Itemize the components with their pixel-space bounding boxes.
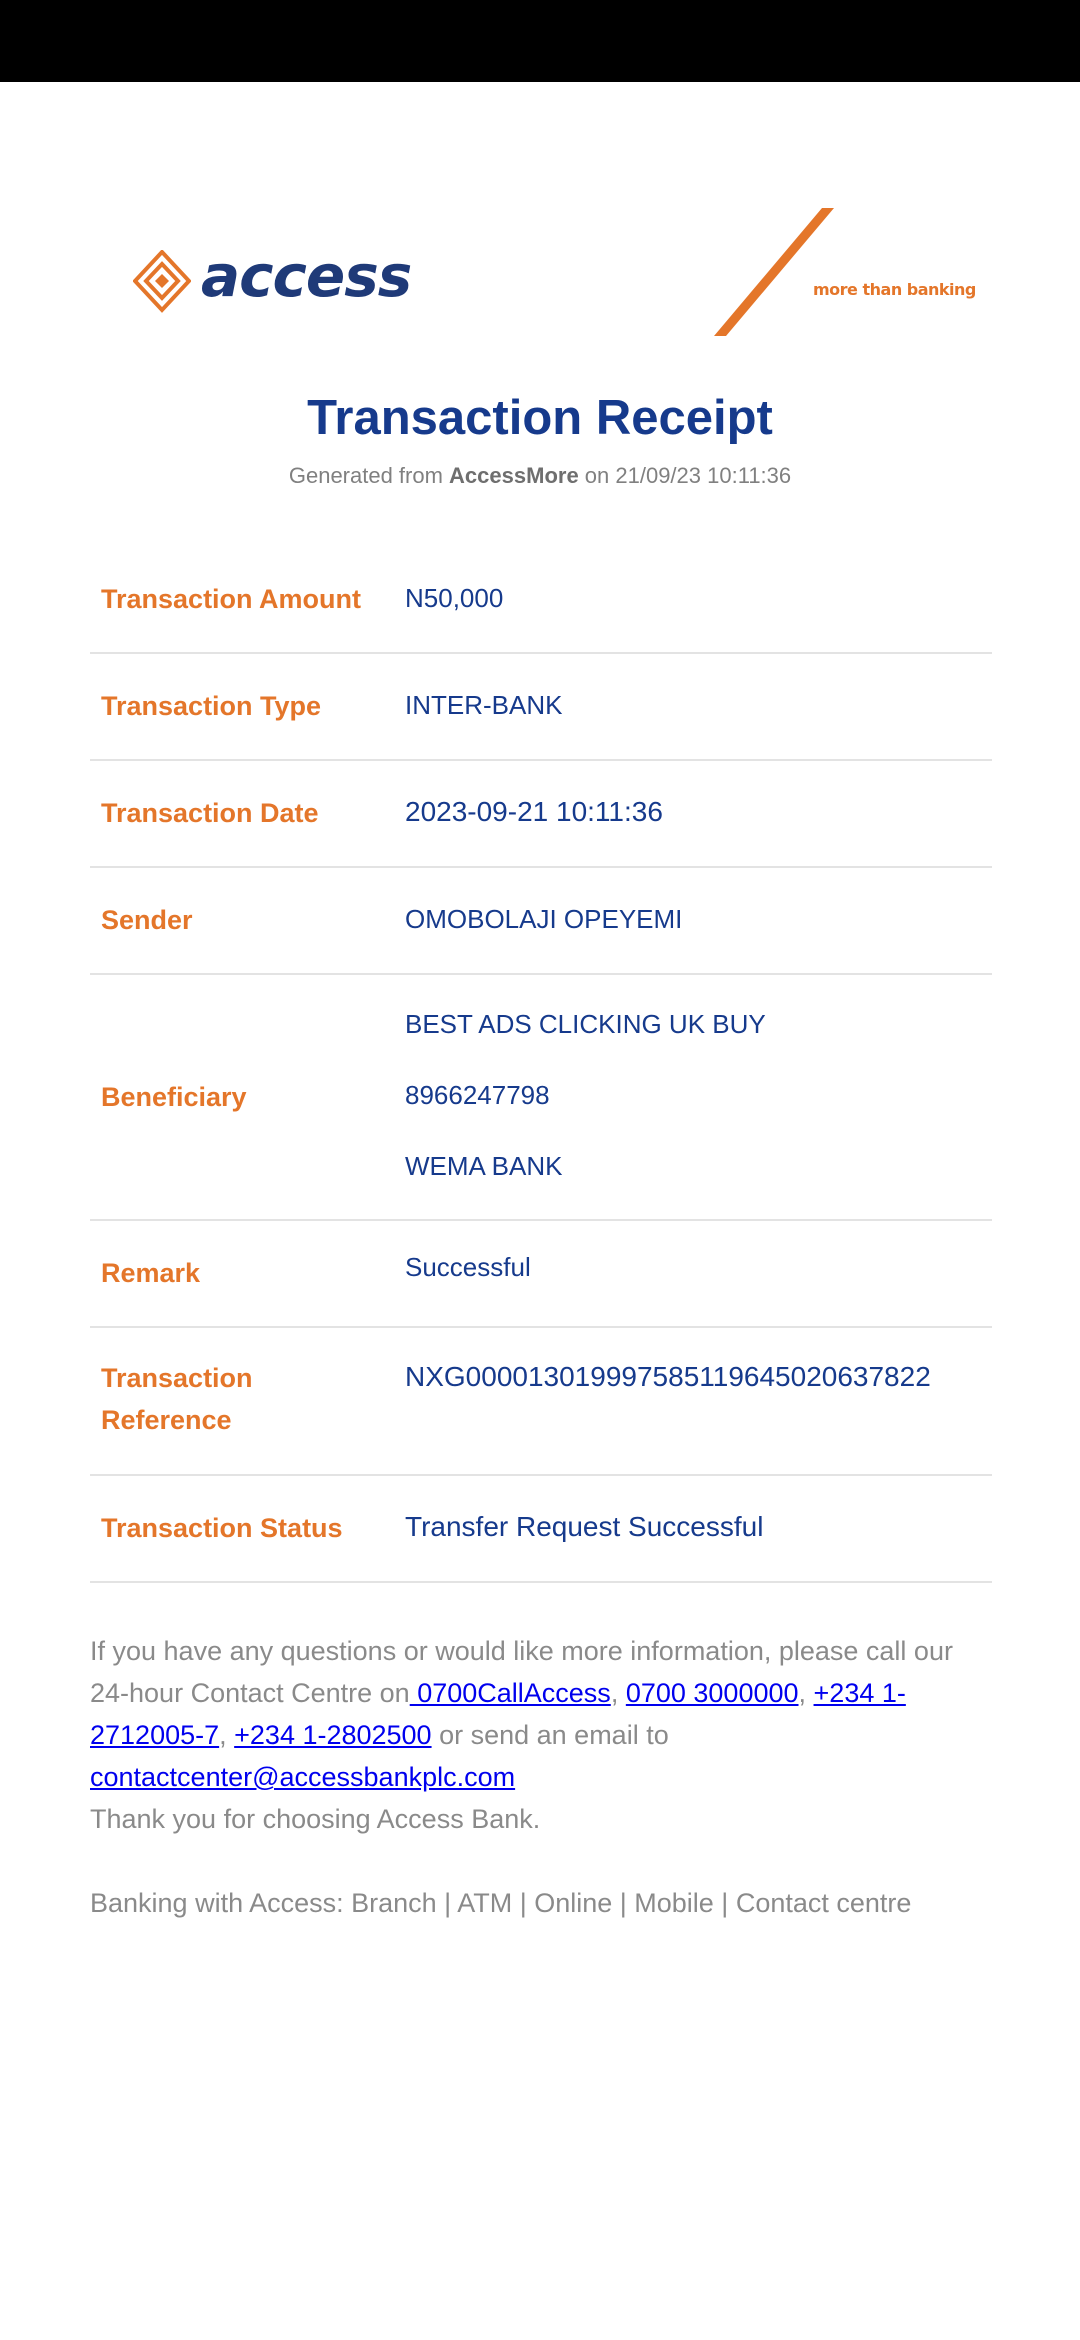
- label: Transaction Reference: [101, 1363, 253, 1435]
- banking-channels: Banking with Access: Branch | ATM | Onli…: [90, 1888, 912, 1918]
- orange-slash-graphic: [714, 208, 834, 336]
- row-transaction-reference: Transaction Reference NXG0000130199975851…: [90, 1328, 992, 1476]
- value: INTER-BANK: [405, 690, 563, 720]
- page-title: Transaction Receipt: [307, 391, 773, 445]
- row-transaction-status: Transaction Status Transfer Request Succ…: [90, 1476, 992, 1583]
- label: Beneficiary: [101, 1082, 247, 1112]
- label: Sender: [101, 905, 193, 935]
- phone-link-0700[interactable]: 0700 3000000: [626, 1678, 799, 1708]
- label: Remark: [101, 1258, 201, 1288]
- tagline: more than banking: [813, 280, 976, 299]
- row-remark: Remark Successful: [90, 1221, 992, 1328]
- row-transaction-amount: Transaction Amount N50,000: [90, 547, 992, 654]
- row-transaction-date: Transaction Date 2023-09-21 10:11:36: [90, 761, 992, 868]
- row-sender: Sender OMOBOLAJI OPEYEMI: [90, 868, 992, 975]
- value: Successful: [405, 1252, 531, 1282]
- thank-you-text: Thank you for choosing Access Bank.: [90, 1804, 541, 1834]
- row-beneficiary: Beneficiary BEST ADS CLICKING UK BUY 896…: [90, 975, 992, 1221]
- value: Transfer Request Successful: [405, 1511, 764, 1542]
- status-bar: [0, 0, 1080, 82]
- beneficiary-account: 8966247798: [405, 1080, 550, 1110]
- receipt-table: Transaction Amount N50,000 Transaction T…: [90, 547, 992, 1583]
- label: Transaction Type: [101, 691, 322, 721]
- phone-link-2802500[interactable]: +234 1-2802500: [234, 1720, 431, 1750]
- phone-link-callaccess[interactable]: 0700CallAccess: [410, 1678, 611, 1708]
- contact-paragraph: If you have any questions or would like …: [90, 1636, 953, 1834]
- value: OMOBOLAJI OPEYEMI: [405, 904, 683, 934]
- label: Transaction Amount: [101, 584, 362, 614]
- beneficiary-name: BEST ADS CLICKING UK BUY: [405, 1009, 766, 1039]
- label: Transaction Status: [101, 1513, 343, 1543]
- access-logo: access: [133, 242, 412, 316]
- value: N50,000: [405, 583, 504, 613]
- value: 2023-09-21 10:11:36: [405, 796, 663, 827]
- header-logos: access more than banking: [0, 200, 1080, 340]
- access-wordmark: access: [201, 242, 412, 310]
- email-link[interactable]: contactcenter@accessbankplc.com: [90, 1762, 515, 1792]
- generated-info: Generated from AccessMore on 21/09/23 10…: [288, 463, 792, 488]
- value: NXG000013019997585119645020637822: [405, 1361, 931, 1392]
- row-transaction-type: Transaction Type INTER-BANK: [90, 654, 992, 761]
- beneficiary-bank: WEMA BANK: [405, 1151, 563, 1181]
- access-diamond-icon: [133, 250, 191, 313]
- label: Transaction Date: [101, 798, 319, 828]
